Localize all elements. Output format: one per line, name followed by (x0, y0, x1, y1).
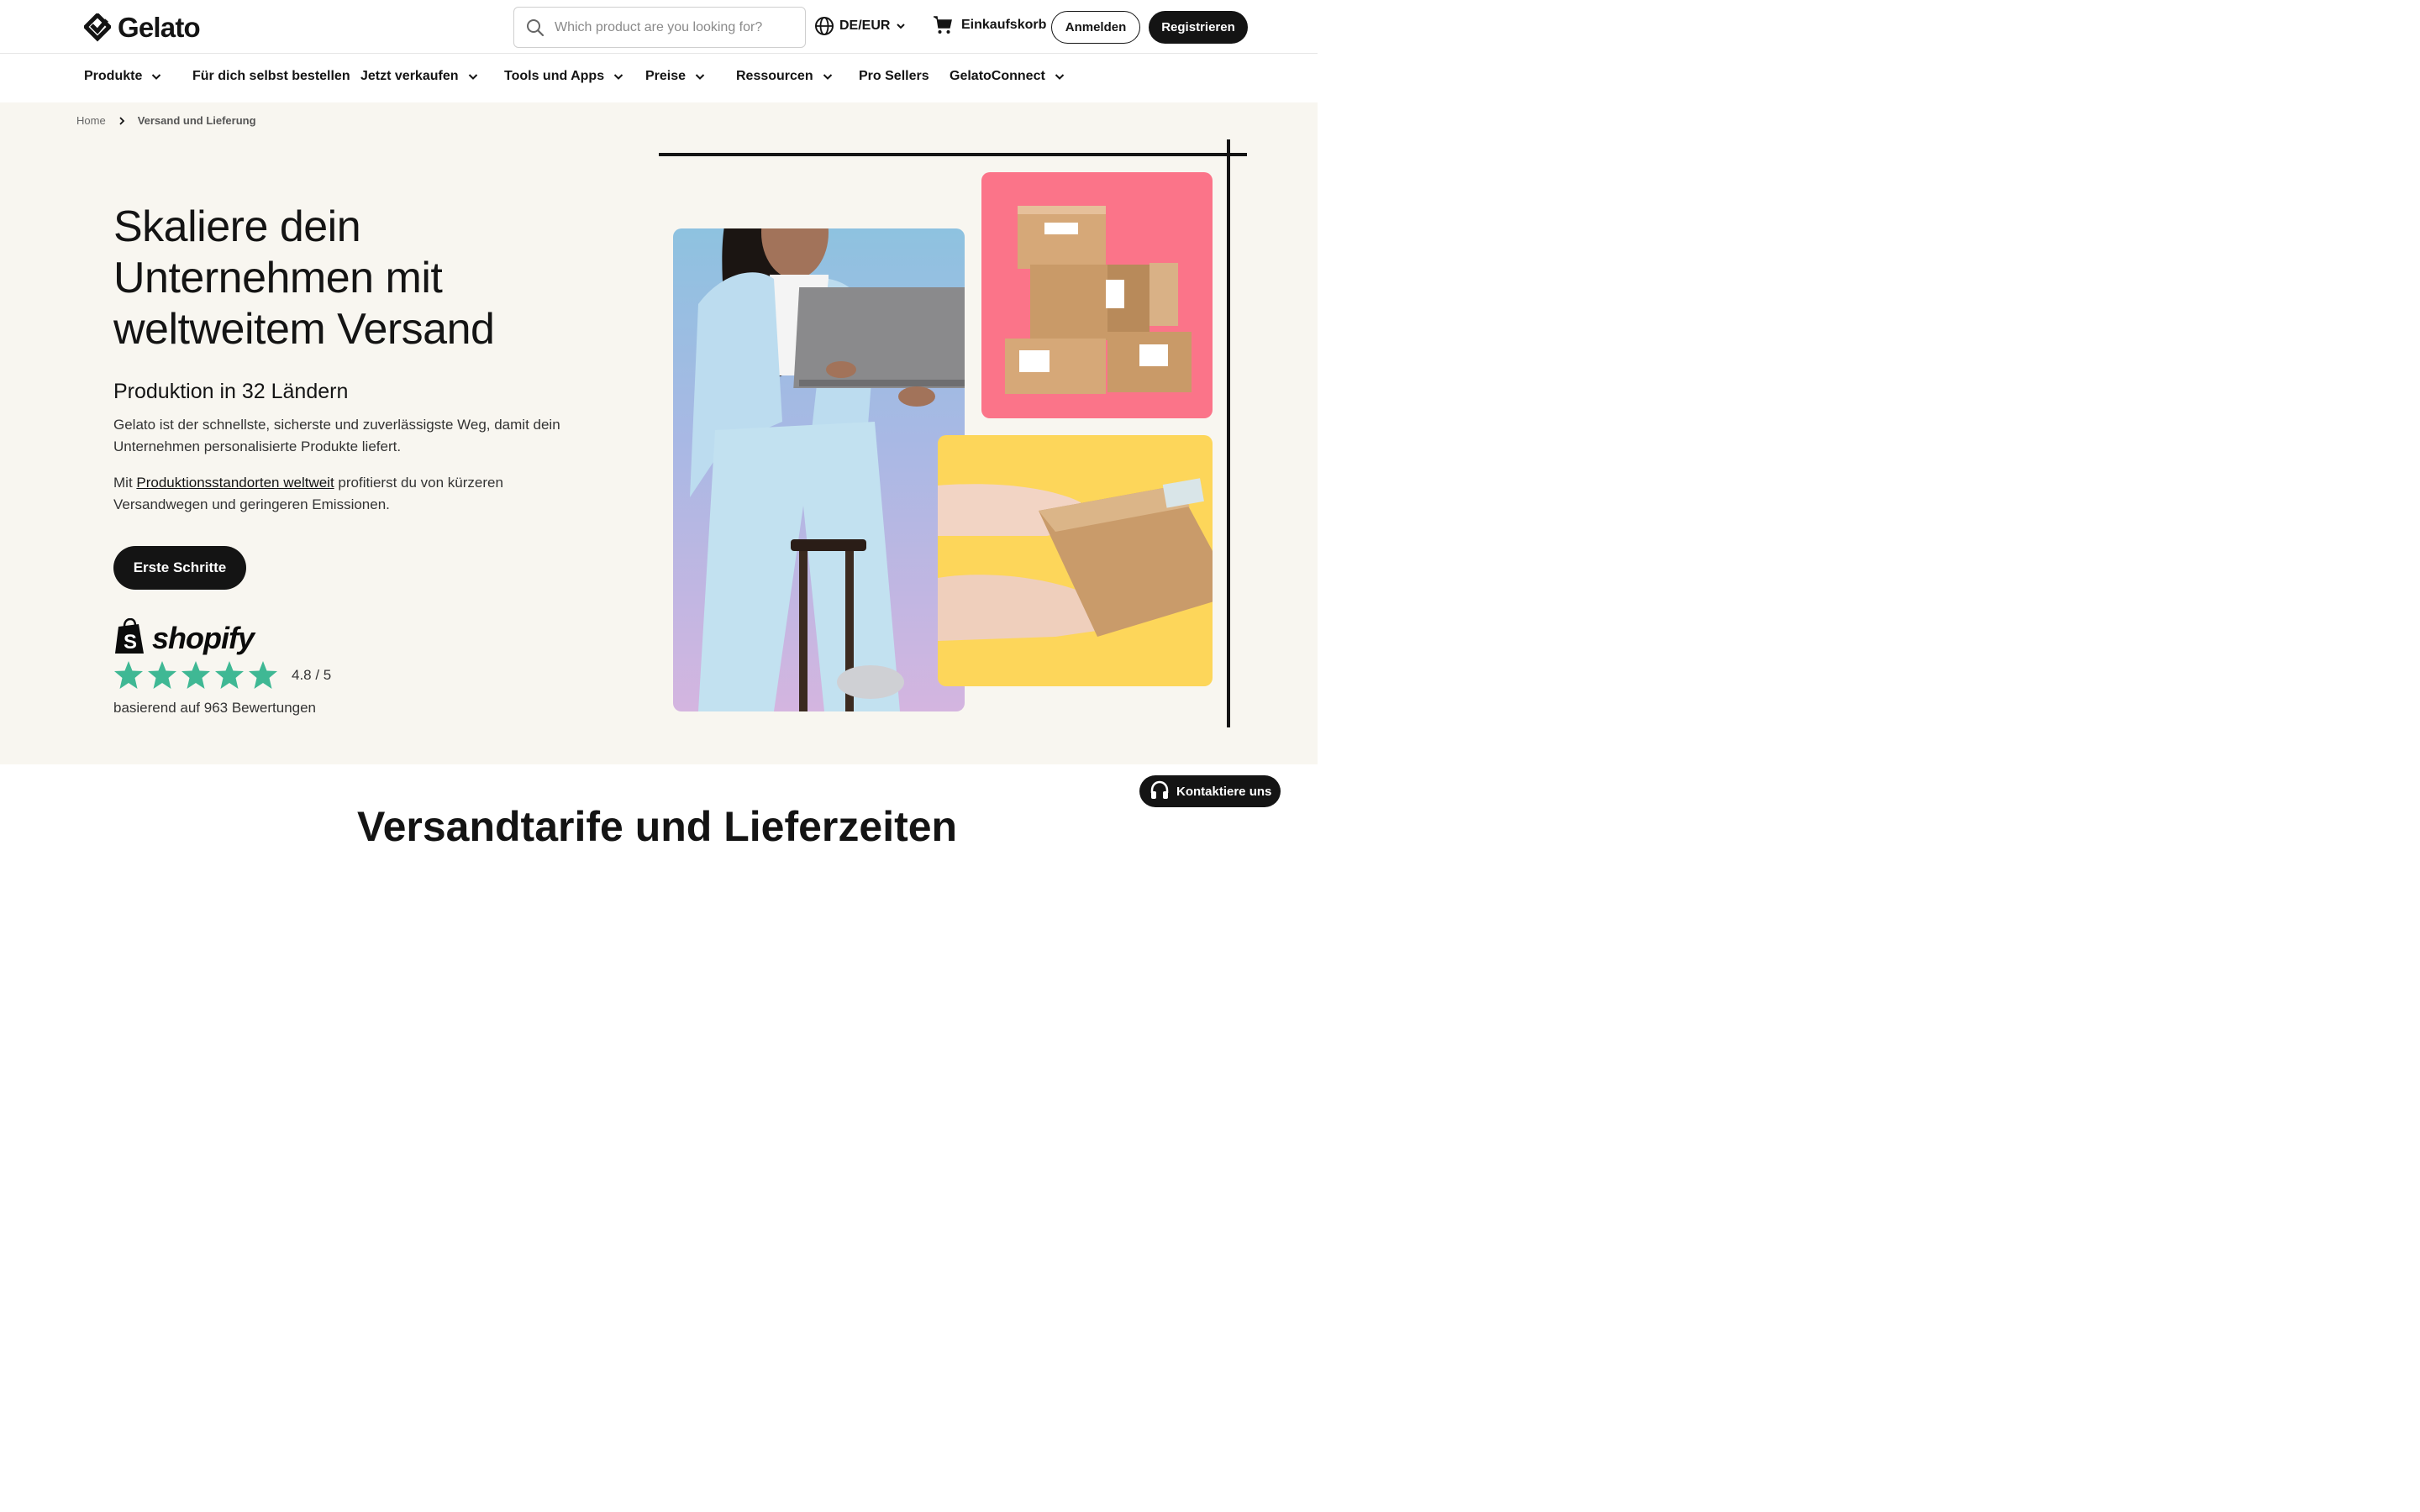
hero-title-line: Unternehmen mit (113, 254, 443, 302)
nav-item-preise[interactable]: Preise (645, 69, 706, 84)
nav-item-label: Preise (645, 69, 687, 83)
star-icon (215, 661, 244, 689)
decorative-frame-line (659, 153, 1247, 156)
search-input[interactable] (555, 8, 798, 47)
headset-icon (1150, 780, 1169, 799)
production-sites-link[interactable]: Produktionsstandorten weltweit (136, 475, 334, 491)
text: Mit (113, 475, 137, 491)
get-started-button[interactable]: Erste Schritte (113, 546, 246, 590)
main-nav: Produkte Für dich selbst bestellen Jetzt… (0, 55, 1318, 102)
hero-title-line: Skaliere dein (113, 202, 361, 251)
nav-item-label: Jetzt verkaufen (360, 69, 459, 83)
locale-selector[interactable]: DE/EUR (814, 16, 907, 36)
login-button[interactable]: Anmelden (1051, 11, 1140, 44)
hero-paragraph-2: Mit Produktionsstandorten weltweit profi… (113, 472, 584, 516)
hero-title-line: weltweitem Versand (113, 305, 495, 354)
chevron-down-icon (468, 74, 477, 80)
svg-text:S: S (124, 631, 137, 654)
decorative-frame-line (1227, 139, 1230, 727)
chevron-down-icon (695, 74, 705, 80)
chevron-down-icon (1055, 74, 1065, 80)
shopify-logo: S shopify (113, 618, 255, 655)
contact-us-button[interactable]: Kontaktiere uns (1139, 775, 1281, 807)
nav-item-label: Pro Sellers (859, 69, 929, 83)
hero-title: Skaliere dein Unternehmen mit weltweitem… (113, 202, 618, 355)
hero-paragraph: Gelato ist der schnellste, sicherste und… (113, 417, 560, 454)
top-header: Gelato DE/EUR Einkaufskorb Anmelden Regi… (0, 0, 1318, 54)
section-title: Versandtarife und Lieferzeiten (357, 803, 958, 850)
nav-item-label: Ressourcen (736, 69, 813, 83)
star-icon (249, 661, 277, 689)
star-icon (182, 661, 210, 689)
globe-icon (815, 17, 834, 35)
rating-value: 4.8 / 5 (292, 666, 332, 683)
locale-label: DE/EUR (839, 18, 891, 33)
chevron-down-icon (152, 74, 161, 80)
search-box[interactable] (513, 7, 806, 48)
breadcrumb: Home Versand und Lieferung (76, 114, 256, 127)
woman-with-laptop-illustration (690, 228, 965, 711)
contact-us-label: Kontaktiere uns (1176, 784, 1272, 799)
nav-item-gelatoconnect[interactable]: GelatoConnect (950, 69, 1065, 84)
nav-item-pro-sellers[interactable]: Pro Sellers (859, 69, 929, 84)
chevron-down-icon (823, 74, 832, 80)
chevron-down-icon (613, 74, 623, 80)
hero-subtitle: Produktion in 32 Ländern (113, 380, 349, 403)
brand-name: Gelato (118, 12, 201, 43)
nav-item-ressourcen[interactable]: Ressourcen (736, 69, 834, 84)
shipping-boxes-image (981, 172, 1213, 418)
nav-item-label: Für dich selbst bestellen (192, 69, 350, 83)
nav-item-label: Tools und Apps (504, 69, 605, 83)
hero-section: Home Versand und Lieferung Skaliere dein… (0, 102, 1318, 764)
shopify-wordmark: shopify (152, 621, 255, 655)
nav-item-label: Produkte (84, 69, 143, 83)
shopify-bag-icon: S (115, 618, 144, 654)
star-icon (114, 661, 143, 689)
cart-link[interactable]: Einkaufskorb (933, 15, 1046, 35)
package-handover-illustration (938, 478, 1213, 641)
nav-item-label: GelatoConnect (950, 69, 1045, 83)
woman-laptop-image (673, 228, 965, 711)
register-button[interactable]: Registrieren (1149, 11, 1248, 44)
breadcrumb-current: Versand und Lieferung (137, 114, 256, 127)
rating-stars: 4.8 / 5 (113, 660, 331, 690)
nav-item-selbst-bestellen[interactable]: Für dich selbst bestellen (192, 69, 350, 84)
gelato-logo-icon (84, 13, 111, 42)
nav-item-tools-und-apps[interactable]: Tools und Apps (504, 69, 624, 84)
cart-label: Einkaufskorb (961, 18, 1047, 32)
stacked-boxes-illustration (1005, 206, 1192, 394)
review-count: basierend auf 963 Bewertungen (113, 700, 317, 716)
gelato-logo[interactable]: Gelato (84, 12, 201, 44)
chevron-down-icon (897, 24, 906, 29)
cart-icon (934, 16, 952, 34)
search-icon (527, 19, 544, 37)
nav-item-jetzt-verkaufen[interactable]: Jetzt verkaufen (360, 69, 479, 84)
package-handover-image (938, 435, 1213, 686)
star-icon (148, 661, 176, 689)
nav-item-produkte[interactable]: Produkte (84, 69, 162, 84)
chevron-right-icon (119, 116, 124, 125)
breadcrumb-home-link[interactable]: Home (76, 114, 106, 127)
